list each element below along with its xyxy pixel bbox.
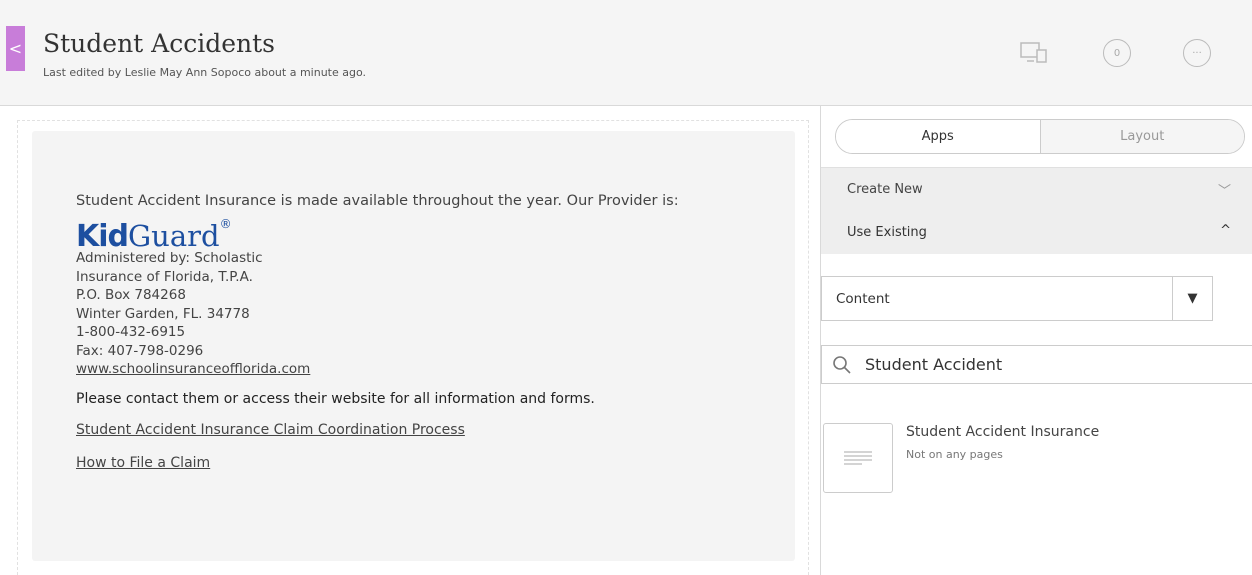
address-line: Winter Garden, FL. 34778 [76,305,250,322]
devices-icon[interactable] [1019,38,1049,68]
section-label: Create New [847,182,923,197]
contact-note: Please contact them or access their webs… [76,390,595,407]
comment-count: 0 [1103,39,1131,67]
search-value: Student Accident [865,355,1003,374]
chevron-down-icon: ﹀ [1217,184,1231,199]
chevron-up-icon: ^ [1220,223,1231,238]
kidguard-logo: KidGuard® [76,217,776,254]
section-create-new[interactable]: Create New ﹀ [821,168,1252,211]
address-line: Insurance of Florida, T.P.A. [76,268,253,285]
claim-process-link[interactable]: Student Accident Insurance Claim Coordin… [76,422,465,438]
logo-guard: Guard [128,219,220,253]
section-label: Use Existing [847,225,927,240]
file-claim-link[interactable]: How to File a Claim [76,455,210,471]
content-module[interactable]: Student Accident Insurance is made avail… [32,131,795,561]
apps-panel: Apps Layout Create New ﹀ Use Existing ^ … [820,106,1252,575]
more-icon[interactable]: ··· [1182,38,1212,68]
result-status: Not on any pages [906,448,1003,461]
content-type-select[interactable]: Content ▼ [821,276,1213,321]
phone-line: 1-800-432-6915 [76,324,186,340]
document-icon [844,451,872,465]
panel-tab-toggle: Apps Layout [835,119,1245,154]
address-line: P.O. Box 784268 [76,287,186,303]
address-block: Administered by: Scholastic Insurance of… [76,249,776,379]
devices-icon-svg [1020,42,1047,63]
result-title[interactable]: Student Accident Insurance [906,424,1099,440]
select-value: Content [836,291,890,307]
website-link[interactable]: www.schoolinsuranceofflorida.com [76,361,310,377]
page-header: < Student Accidents Last edited by Lesli… [0,0,1252,106]
more-dots: ··· [1183,39,1211,67]
last-edited-text: Last edited by Leslie May Ann Sopoco abo… [43,66,366,79]
comment-icon[interactable]: 0 [1102,38,1132,68]
tab-layout[interactable]: Layout [1040,120,1244,153]
dropdown-arrow-icon[interactable]: ▼ [1172,277,1212,320]
tab-apps[interactable]: Apps [836,120,1041,153]
section-use-existing[interactable]: Use Existing ^ [821,211,1252,254]
fax-line: Fax: 407-798-0296 [76,342,204,359]
page-title: Student Accidents [43,29,275,58]
logo-registered: ® [219,217,232,231]
search-icon [833,356,851,374]
intro-text: Student Accident Insurance is made avail… [76,193,679,209]
search-input[interactable]: Student Accident [821,345,1252,384]
panel-sections: Create New ﹀ Use Existing ^ [821,167,1252,254]
back-button[interactable]: < [6,26,25,71]
result-thumbnail[interactable] [823,423,893,493]
content-body: Student Accident Insurance is made avail… [76,193,776,471]
address-line: Administered by: Scholastic [76,250,263,266]
